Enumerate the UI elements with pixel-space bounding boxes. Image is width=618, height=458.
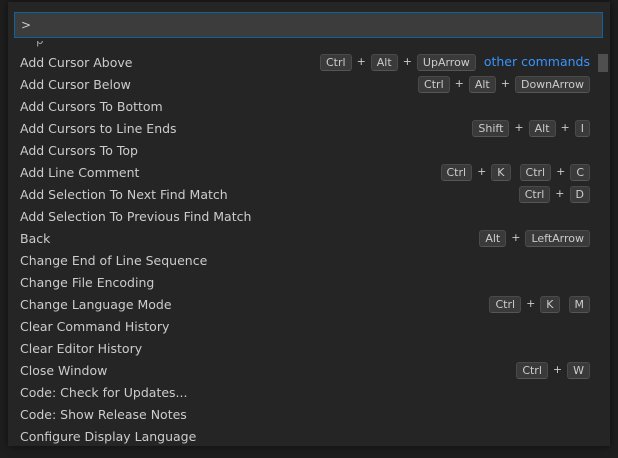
command-label: Close Window <box>20 363 108 378</box>
key-plus: + <box>556 165 566 178</box>
key-cap: LeftArrow <box>525 229 590 247</box>
key-cap: Ctrl <box>489 295 522 313</box>
command-item[interactable]: Add Cursor Above Ctrl + Alt + UpArrow other co… <box>8 51 598 73</box>
command-item[interactable]: Add Cursor Below Ctrl + Alt + DownArrow <box>8 73 598 95</box>
command-label: Add Cursors To Bottom <box>20 99 163 114</box>
command-item[interactable]: Add Selection To Previous Find Match <box>8 205 598 227</box>
command-label: Add Line Comment <box>20 165 140 180</box>
command-label: Change File Encoding <box>20 275 155 290</box>
command-label: Add Cursors To Top <box>20 143 138 158</box>
key-cap: DownArrow <box>514 75 590 93</box>
command-item[interactable]: Back Alt + LeftArrow <box>8 227 598 249</box>
key-cap: K <box>540 295 560 313</box>
command-item[interactable]: Add Cursors to Line Ends Shift + Alt + I <box>8 117 598 139</box>
command-label: Clear Command History <box>20 319 170 334</box>
key-cap: UpArrow <box>416 53 476 71</box>
key-cap: I <box>574 119 590 137</box>
key-plus: + <box>555 187 565 200</box>
key-plus: + <box>356 55 366 68</box>
keybinding: Ctrl + W <box>516 359 590 381</box>
command-palette: p Add Cursor AboveCtrl+Alt+UpArrowother … <box>8 2 610 446</box>
command-label: Add Selection To Next Find Match <box>20 187 228 202</box>
command-label: Change Language Mode <box>20 297 172 312</box>
keybinding: Ctrl + Alt + UpArrow other commands <box>319 51 590 73</box>
command-item[interactable]: Add Cursors To Top <box>8 139 598 161</box>
command-item[interactable]: Code: Show Release Notes <box>8 403 598 425</box>
keybinding: Alt + LeftArrow <box>479 227 590 249</box>
key-cap: Alt <box>370 53 398 71</box>
key-plus: + <box>402 55 412 68</box>
key-cap: K <box>491 163 511 181</box>
keybinding: Ctrl + D <box>518 183 590 205</box>
command-label: Add Cursor Above <box>20 55 133 70</box>
command-item[interactable]: Code: Check for Updates... <box>8 381 598 403</box>
other-commands-label: other commands <box>483 54 590 69</box>
command-item[interactable]: Clear Editor History <box>8 337 598 359</box>
key-cap: Alt <box>528 119 556 137</box>
list-peek: p <box>8 41 610 49</box>
key-cap: Ctrl <box>319 53 352 71</box>
key-cap: Alt <box>468 75 496 93</box>
command-input[interactable] <box>15 13 602 37</box>
command-item[interactable]: Configure Display Language <box>8 425 598 446</box>
command-item[interactable]: Close Window Ctrl + W <box>8 359 598 381</box>
key-cap: W <box>567 361 590 379</box>
command-label: Change End of Line Sequence <box>20 253 208 268</box>
key-cap: Ctrl <box>440 163 473 181</box>
command-item[interactable]: Change End of Line Sequence <box>8 249 598 271</box>
command-item[interactable]: Add Line Comment Ctrl + K Ctrl + C <box>8 161 598 183</box>
key-plus: + <box>454 77 464 90</box>
key-cap: M <box>568 295 590 313</box>
key-cap: Ctrl <box>418 75 450 93</box>
key-cap: Alt <box>479 229 507 247</box>
command-label: Add Cursors to Line Ends <box>20 121 177 136</box>
keybinding: Ctrl + K Ctrl + C <box>440 161 590 183</box>
command-label: Code: Check for Updates... <box>20 385 188 400</box>
keybinding: Ctrl + K M <box>489 293 590 315</box>
keybinding: Shift + Alt + I <box>472 117 590 139</box>
command-item[interactable]: Clear Command History <box>8 315 598 337</box>
key-cap: Ctrl <box>516 361 548 379</box>
key-plus: + <box>500 77 510 90</box>
command-item[interactable]: Change Language Mode Ctrl + K M <box>8 293 598 315</box>
command-label: Clear Editor History <box>20 341 143 356</box>
command-item[interactable]: Add Selection To Next Find Match Ctrl + D <box>8 183 598 205</box>
command-label: Code: Show Release Notes <box>20 407 187 422</box>
keybinding: Ctrl + Alt + DownArrow <box>418 73 590 95</box>
command-label: Add Selection To Previous Find Match <box>20 209 252 224</box>
command-label: Configure Display Language <box>20 429 197 444</box>
key-plus: + <box>526 297 536 310</box>
command-label: Back <box>20 231 51 246</box>
command-item[interactable]: Change File Encoding <box>8 271 598 293</box>
key-cap: Shift <box>472 119 510 137</box>
key-cap: Ctrl <box>518 185 551 203</box>
list-scrollbar[interactable] <box>598 51 608 446</box>
command-input-box[interactable] <box>14 12 603 38</box>
key-cap: C <box>570 163 590 181</box>
key-plus: + <box>560 121 570 134</box>
command-item[interactable]: Add Cursors To Bottom <box>8 95 598 117</box>
key-plus: + <box>552 363 563 376</box>
command-label: Add Cursor Below <box>20 77 131 92</box>
scrollbar-thumb[interactable] <box>598 54 608 72</box>
key-plus: + <box>477 165 487 178</box>
key-cap: Ctrl <box>519 163 552 181</box>
command-list: Add Cursor Above Ctrl + Alt + UpArrow other co… <box>8 51 598 446</box>
key-plus: + <box>511 231 521 244</box>
key-plus: + <box>514 121 524 134</box>
key-cap: D <box>569 185 590 203</box>
peek-glyph: p <box>36 41 44 47</box>
